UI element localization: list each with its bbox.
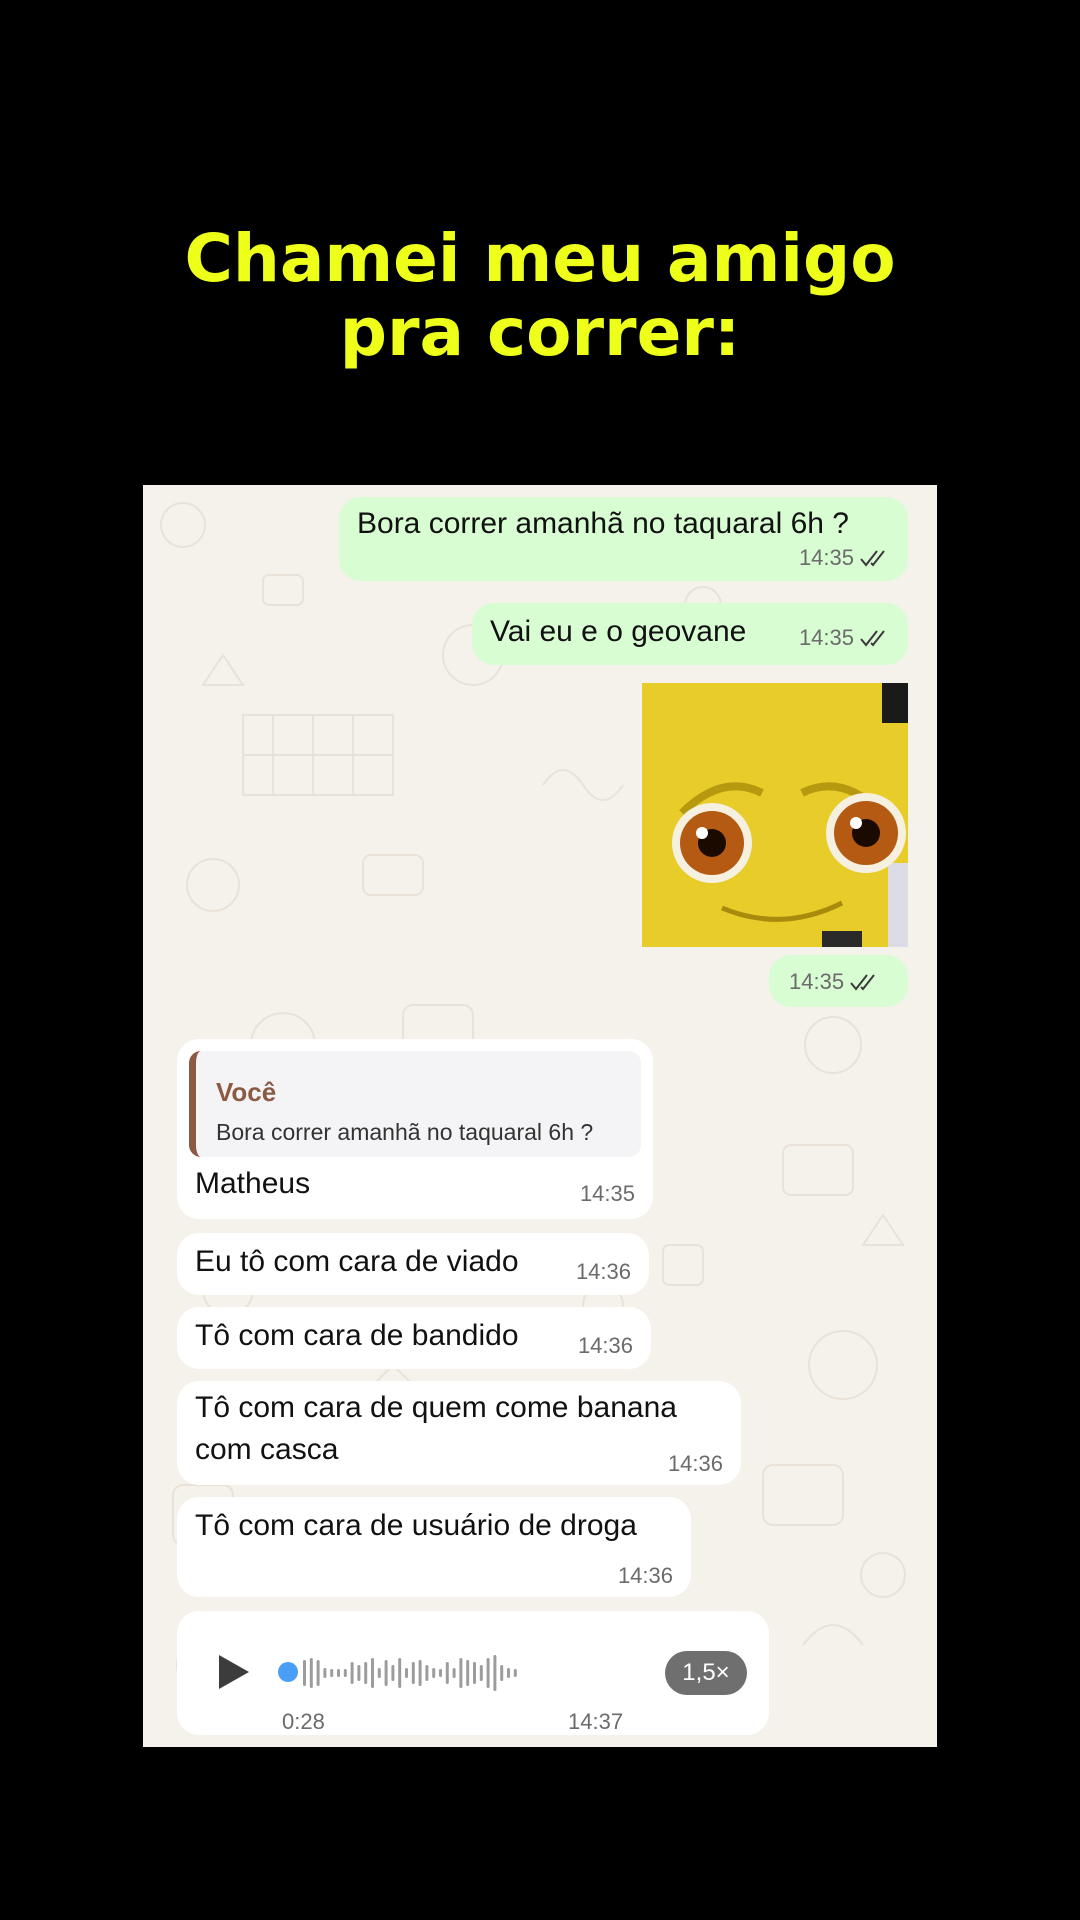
waveform-bar bbox=[452, 1668, 456, 1678]
message-text: Bora correr amanhã no taquaral 6h ? bbox=[357, 507, 849, 540]
message-bubble-incoming[interactable]: Você Bora correr amanhã no taquaral 6h ?… bbox=[177, 1039, 653, 1219]
waveform-bar bbox=[466, 1660, 470, 1686]
message-text: Tô com cara de bandido bbox=[195, 1319, 519, 1352]
waveform-bar bbox=[377, 1668, 381, 1678]
headline-line-2: pra correr: bbox=[339, 294, 741, 371]
message-bubble-incoming[interactable]: Tô com cara de bandido 14:36 bbox=[177, 1307, 651, 1369]
playback-position-handle[interactable] bbox=[278, 1662, 298, 1682]
voice-duration: 0:28 bbox=[282, 1709, 325, 1734]
waveform-bar bbox=[337, 1669, 340, 1677]
waveform-bar bbox=[425, 1665, 429, 1681]
message-time: 14:36 bbox=[617, 1563, 673, 1588]
waveform-bar bbox=[432, 1668, 436, 1678]
waveform-bar bbox=[357, 1665, 361, 1681]
waveform-bar bbox=[384, 1660, 388, 1686]
message-text-line-2: com casca bbox=[195, 1433, 339, 1466]
image-meta-bubble: 14:35 bbox=[769, 955, 908, 1007]
waveform-bar bbox=[364, 1662, 368, 1684]
message-text: Vai eu e o geovane bbox=[490, 615, 747, 648]
headline-line-1: Chamei meu amigo bbox=[184, 220, 896, 297]
message-text: Tô com cara de usuário de droga bbox=[195, 1509, 637, 1542]
message-bubble-incoming[interactable]: Tô com cara de usuário de droga 14:36 bbox=[177, 1497, 691, 1597]
message-time: 14:35 bbox=[798, 545, 854, 570]
headline: Chamei meu amigo pra correr: bbox=[0, 222, 1080, 370]
waveform-bar bbox=[343, 1669, 347, 1677]
quoted-message[interactable]: Você Bora correr amanhã no taquaral 6h ? bbox=[189, 1051, 641, 1157]
quoted-author: Você bbox=[216, 1077, 277, 1107]
waveform-bar bbox=[486, 1658, 490, 1688]
waveform-bar bbox=[459, 1658, 463, 1688]
waveform-bar bbox=[418, 1660, 422, 1686]
quoted-text: Bora correr amanhã no taquaral 6h ? bbox=[216, 1119, 594, 1145]
waveform-bar bbox=[350, 1662, 354, 1684]
message-text-line-1: Tô com cara de quem come banana bbox=[195, 1391, 677, 1424]
waveform-bar bbox=[445, 1662, 449, 1684]
message-meta: 14:35 bbox=[799, 545, 890, 571]
message-bubble-outgoing[interactable]: Vai eu e o geovane 14:35 bbox=[472, 603, 908, 665]
waveform-bar bbox=[513, 1669, 517, 1677]
message-meta: 14:35 bbox=[799, 625, 890, 651]
waveform-bar bbox=[493, 1655, 497, 1691]
message-time: 14:36 bbox=[575, 1259, 631, 1284]
waveform-bar bbox=[330, 1669, 334, 1677]
sticker-image[interactable] bbox=[642, 683, 908, 947]
read-double-check-icon bbox=[850, 974, 875, 991]
waveform-bar bbox=[316, 1660, 320, 1686]
waveform-bar bbox=[507, 1668, 510, 1678]
message-meta: 14:35 bbox=[789, 969, 880, 995]
waveform-bar bbox=[391, 1665, 395, 1681]
message-bubble-incoming[interactable]: Tô com cara de quem come banana com casc… bbox=[177, 1381, 741, 1485]
play-icon[interactable] bbox=[219, 1655, 249, 1689]
waveform-bar bbox=[479, 1665, 483, 1681]
message-time: 14:36 bbox=[667, 1451, 723, 1476]
waveform-bar bbox=[323, 1668, 327, 1678]
message-time: 14:35 bbox=[789, 969, 845, 994]
waveform-bar bbox=[398, 1658, 402, 1688]
waveform-bar bbox=[411, 1662, 415, 1684]
waveform-bar bbox=[405, 1668, 408, 1678]
voice-message-bubble[interactable]: 1,5× 0:28 14:37 bbox=[177, 1611, 769, 1735]
playback-speed-button[interactable]: 1,5× bbox=[665, 1651, 747, 1695]
message-text: Matheus bbox=[195, 1167, 311, 1200]
message-time: 14:37 bbox=[568, 1709, 624, 1734]
message-text: Eu tô com cara de viado bbox=[195, 1245, 519, 1278]
message-bubble-incoming[interactable]: Eu tô com cara de viado 14:36 bbox=[177, 1233, 649, 1295]
audio-waveform[interactable] bbox=[301, 1655, 521, 1691]
read-double-check-icon bbox=[860, 630, 885, 647]
message-time: 14:35 bbox=[579, 1181, 635, 1206]
waveform-bar bbox=[500, 1665, 504, 1681]
message-time: 14:36 bbox=[577, 1333, 633, 1358]
waveform-bar bbox=[303, 1660, 306, 1686]
message-time: 14:35 bbox=[798, 625, 854, 650]
waveform-bar bbox=[371, 1658, 374, 1688]
waveform-bar bbox=[309, 1658, 313, 1688]
yellow-face-image bbox=[642, 683, 908, 947]
message-bubble-outgoing[interactable]: Bora correr amanhã no taquaral 6h ? 14:3… bbox=[339, 497, 908, 581]
read-double-check-icon bbox=[860, 550, 885, 567]
waveform-bar bbox=[439, 1669, 442, 1677]
chat-screenshot: Bora correr amanhã no taquaral 6h ? 14:3… bbox=[143, 485, 937, 1747]
waveform-bar bbox=[473, 1662, 476, 1684]
